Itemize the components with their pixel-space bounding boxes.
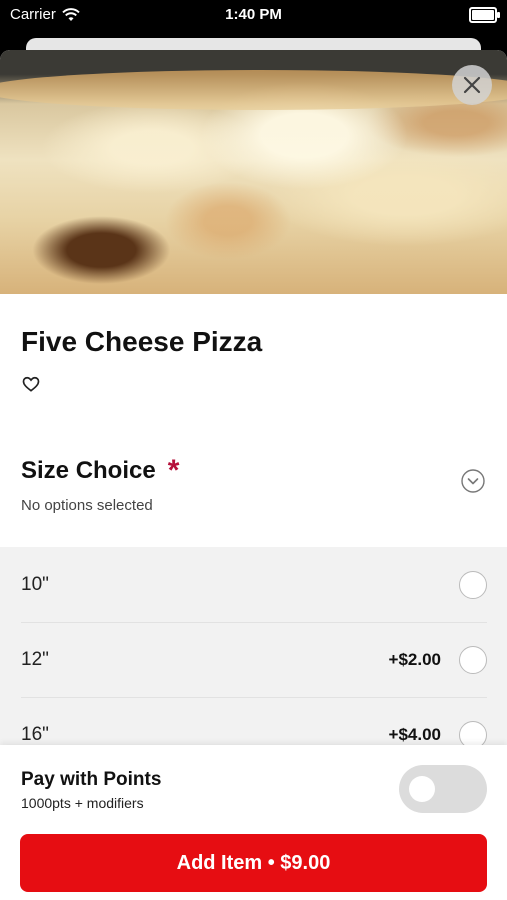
heart-icon[interactable] [21, 374, 41, 394]
option-radio[interactable] [459, 645, 487, 674]
pay-with-points-subtitle: 1000pts + modifiers [21, 795, 144, 811]
chevron-down-icon[interactable] [461, 469, 485, 493]
status-bar: Carrier 1:40 PM [0, 0, 507, 30]
option-price: +$2.00 [388, 649, 441, 669]
option-radio[interactable] [459, 570, 487, 599]
option-label: 10" [21, 573, 49, 595]
pay-with-points-title: Pay with Points [21, 769, 162, 790]
size-section-title: Size Choice [21, 457, 156, 484]
close-button[interactable] [452, 65, 492, 105]
item-hero-image [0, 50, 507, 294]
required-marker: * [167, 454, 180, 487]
size-option-12[interactable]: 12" +$2.00 [21, 622, 487, 698]
close-icon [463, 76, 481, 94]
pizza-crust [0, 70, 507, 110]
size-section-subtitle: No options selected [21, 497, 153, 514]
size-options-list: 10" 12" +$2.00 16" +$4.00 [0, 547, 507, 773]
battery-icon [469, 7, 500, 23]
option-label: 16" [21, 723, 49, 745]
pay-with-points-toggle[interactable] [399, 765, 487, 813]
add-item-button[interactable]: Add Item • $9.00 [20, 834, 487, 892]
size-section-header: Size Choice * [21, 454, 180, 487]
checkout-footer: Pay with Points 1000pts + modifiers Add … [0, 745, 507, 900]
option-price: +$4.00 [388, 724, 441, 744]
item-detail-sheet: Five Cheese Pizza Size Choice * No optio… [0, 50, 507, 900]
item-title: Five Cheese Pizza [21, 326, 263, 357]
toggle-knob [409, 776, 435, 802]
size-option-10[interactable]: 10" [21, 547, 487, 623]
status-time: 1:40 PM [225, 6, 282, 23]
option-label: 12" [21, 648, 49, 670]
